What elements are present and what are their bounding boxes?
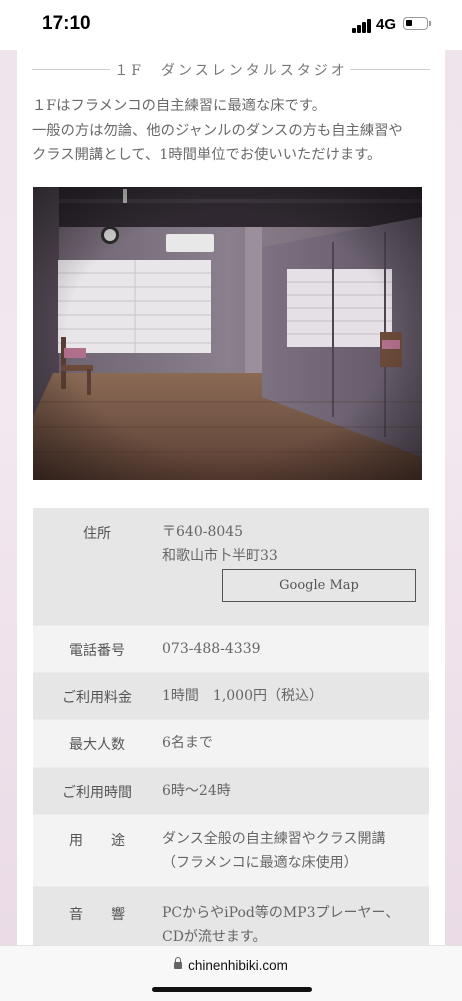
google-map-button[interactable]: Google Map xyxy=(222,569,416,602)
table-row-phone: 電話番号 073-488-4339 xyxy=(33,626,429,673)
intro-line: １Fはフラメンコの自主練習に最適な床です。 xyxy=(32,98,326,114)
table-row-capacity: 最大人数 6名まで xyxy=(33,720,429,768)
network-label: 4G xyxy=(376,16,397,33)
table-row-usage: 用 途 ダンス全般の自主練習やクラス開講 （フラメンコに最適な床使用） xyxy=(33,815,429,887)
decorative-side-band-left xyxy=(0,50,17,945)
page-title: １F ダンスレンタルスタジオ xyxy=(114,63,348,79)
intro-line: 一般の方は勿論、他のジャンルのダンスの方も自主練習や xyxy=(32,122,403,139)
phone-label: 電話番号 xyxy=(69,643,125,659)
decorative-side-band-right xyxy=(445,50,462,945)
address-street: 和歌山市卜半町33 xyxy=(162,548,278,564)
phone-value[interactable]: 073-488-4339 xyxy=(162,637,261,661)
capacity-label: 最大人数 xyxy=(69,737,125,753)
signal-icon xyxy=(352,19,372,33)
usage-line: （フラメンコに最適な床使用） xyxy=(162,855,358,871)
intro-text: １Fはフラメンコの自主練習に最適な床です。 一般の方は勿論、他のジャンルのダンス… xyxy=(32,94,437,168)
battery-icon xyxy=(403,17,428,30)
audio-line: PCからやiPod等のMP3プレーヤー、 xyxy=(162,905,400,921)
browser-url-bar[interactable]: chinenhibiki.com xyxy=(0,945,462,1001)
lock-icon xyxy=(174,957,183,969)
capacity-value: 6名まで xyxy=(162,735,213,751)
section-heading: １F ダンスレンタルスタジオ xyxy=(32,58,430,80)
home-indicator[interactable] xyxy=(152,987,312,992)
url-display[interactable]: chinenhibiki.com xyxy=(0,957,462,973)
studio-info-table: 住所 〒640-8045 和歌山市卜半町33 Google Map 電話番号 0… xyxy=(33,508,429,958)
usage-label: 用 途 xyxy=(69,833,125,849)
audio-label: 音 響 xyxy=(69,907,125,923)
hours-value: 6時～24時 xyxy=(162,783,231,799)
table-row-fee: ご利用料金 1時間 1,000円（税込） xyxy=(33,673,429,720)
usage-line: ダンス全般の自主練習やクラス開講 xyxy=(162,831,386,847)
address-label: 住所 xyxy=(83,526,111,542)
intro-line: クラス開講として、1時間単位でお使いいただけます。 xyxy=(32,147,382,163)
fee-label: ご利用料金 xyxy=(62,690,132,706)
fee-value: 1時間 1,000円（税込） xyxy=(162,688,323,704)
battery-cap xyxy=(429,21,431,26)
table-row-hours: ご利用時間 6時～24時 xyxy=(33,768,429,815)
status-bar: 17:10 4G xyxy=(0,0,462,50)
studio-photo xyxy=(33,187,422,480)
status-time: 17:10 xyxy=(42,13,91,34)
url-text: chinenhibiki.com xyxy=(188,958,288,973)
table-row-address: 住所 〒640-8045 和歌山市卜半町33 Google Map xyxy=(33,508,429,626)
hours-label: ご利用時間 xyxy=(62,785,132,801)
address-postal: 〒640-8045 xyxy=(162,524,244,540)
